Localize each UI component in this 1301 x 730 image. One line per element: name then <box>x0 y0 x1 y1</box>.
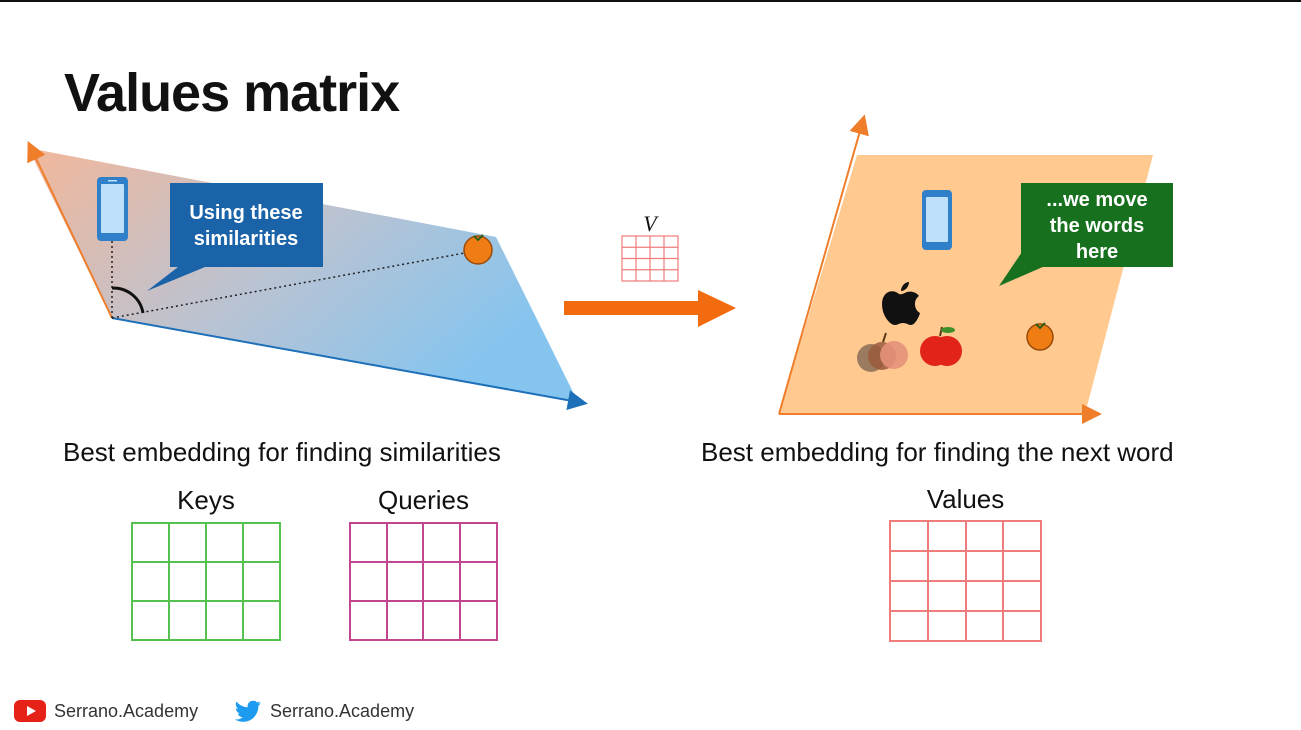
transform-arrow <box>564 290 736 327</box>
twitter-credit[interactable]: Serrano.Academy <box>234 700 414 722</box>
left-caption: Best embedding for finding similarities <box>63 437 501 467</box>
queries-label: Queries <box>377 485 470 515</box>
diagram-canvas: Using these similarities V ...we move th… <box>27 114 1173 642</box>
callout-line-2: the words <box>1050 215 1144 237</box>
next-word-embedding-plane <box>778 114 1153 424</box>
phone-icon <box>922 190 952 250</box>
values-label: Values <box>926 484 1005 514</box>
youtube-handle: Serrano.Academy <box>54 700 199 721</box>
keys-label: Keys <box>177 485 235 515</box>
v-matrix-icon <box>621 235 679 282</box>
values-matrix <box>889 520 1042 642</box>
callout-line-1: ...we move <box>1046 189 1147 211</box>
orange-icon <box>1026 322 1054 351</box>
v-label: V <box>643 211 659 236</box>
callout-line-1: Using these <box>189 202 302 224</box>
youtube-credit[interactable]: Serrano.Academy <box>14 700 198 722</box>
twitter-icon <box>234 700 261 722</box>
phone-icon <box>97 177 128 241</box>
twitter-handle: Serrano.Academy <box>270 700 415 721</box>
callout-line-3: here <box>1076 241 1118 263</box>
orange-icon <box>463 234 493 265</box>
queries-matrix <box>349 522 498 641</box>
youtube-icon <box>14 700 46 722</box>
keys-matrix <box>131 522 281 641</box>
callout-line-2: similarities <box>194 228 299 250</box>
right-caption: Best embedding for finding the next word <box>701 437 1174 467</box>
